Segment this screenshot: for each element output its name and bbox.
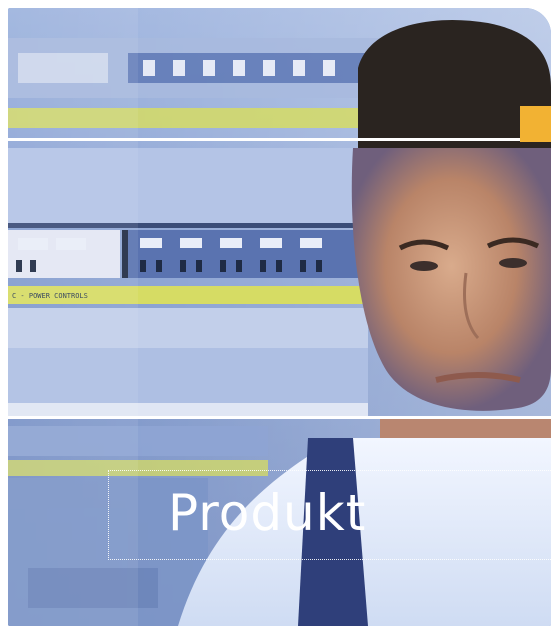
divider-middle <box>8 416 551 419</box>
product-label: Produkt <box>168 484 367 542</box>
divider-top <box>8 138 551 141</box>
brochure-cover: C - POWER CONTROLS Produkt <box>8 8 551 626</box>
orange-accent-tab <box>520 106 551 142</box>
